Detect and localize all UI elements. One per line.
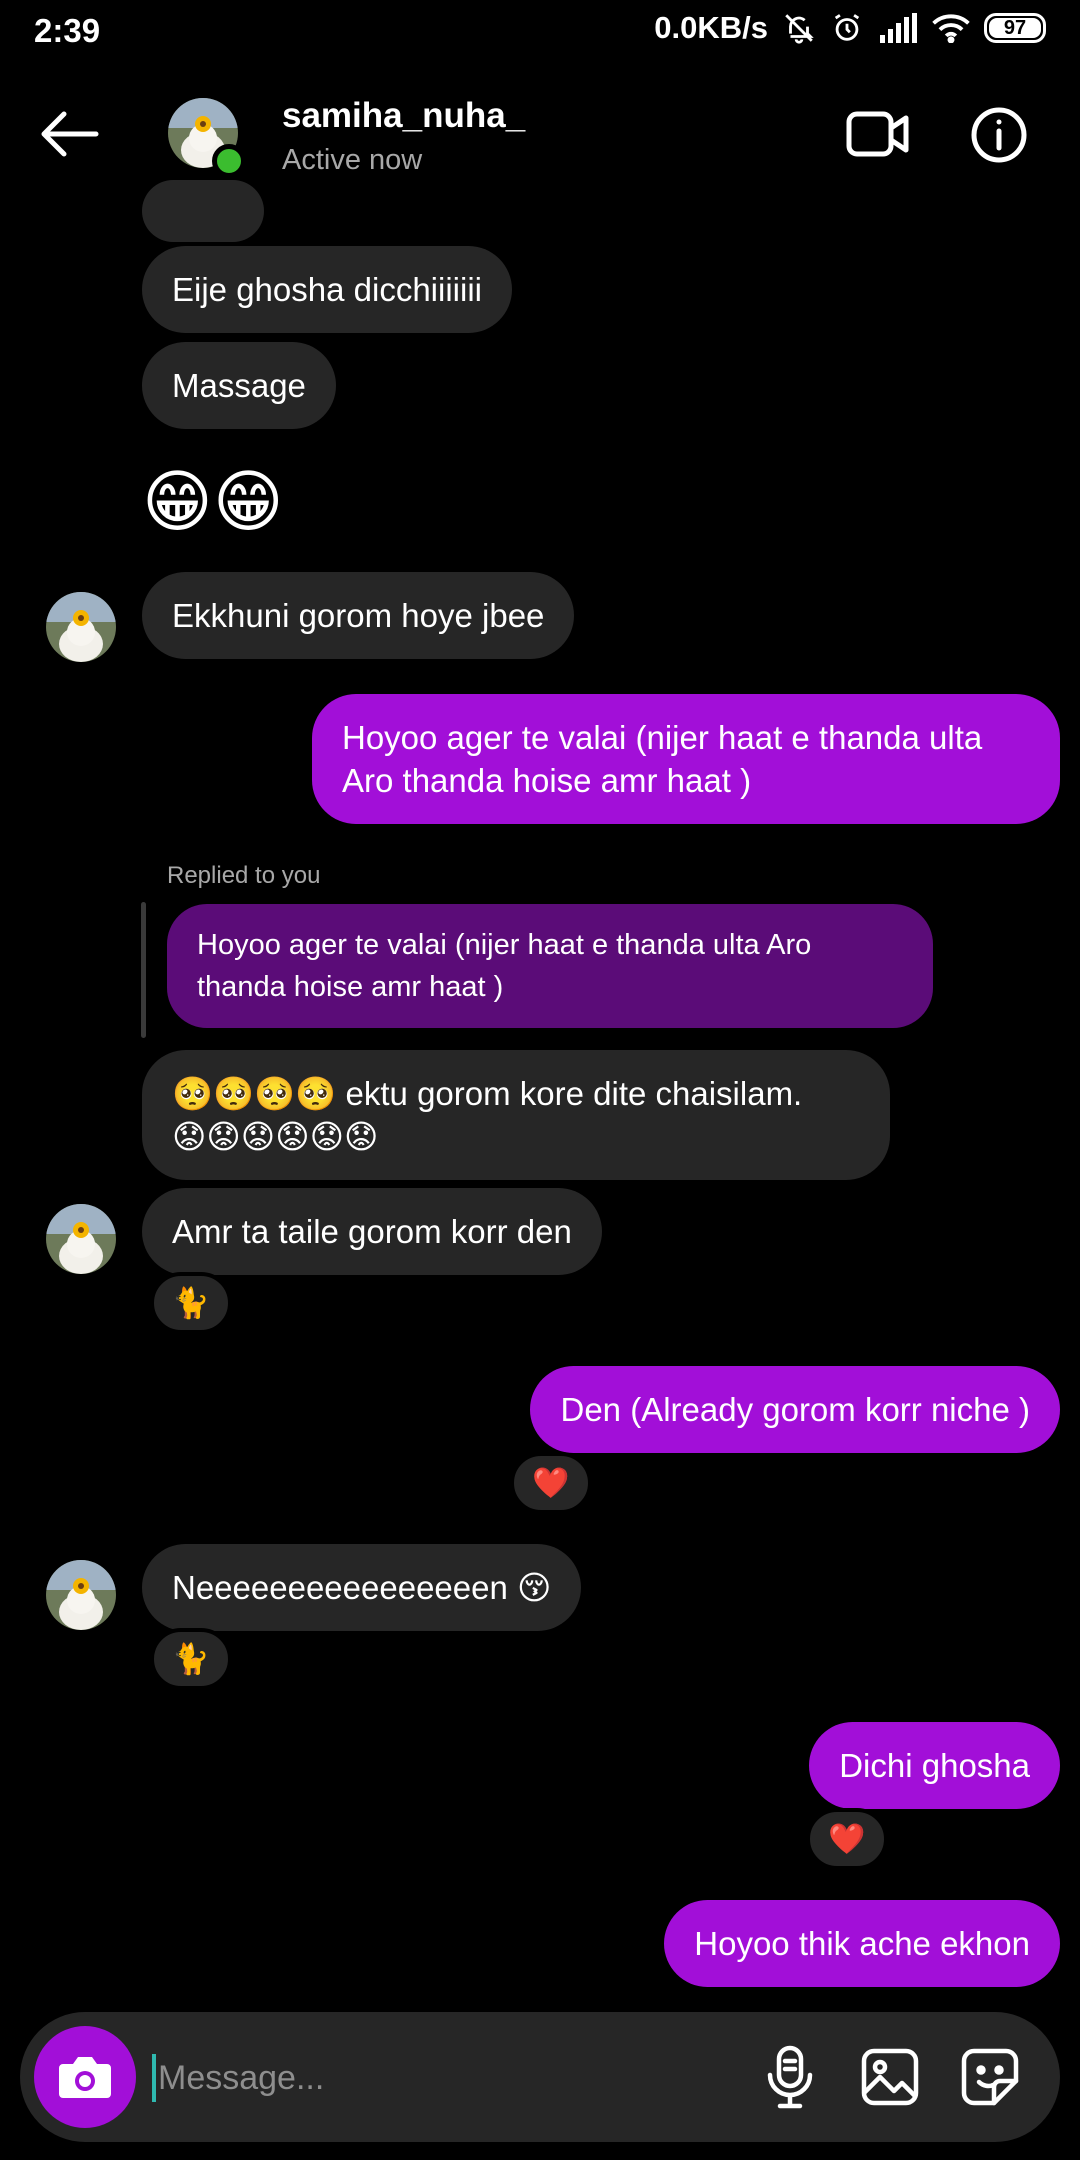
alarm-icon bbox=[830, 11, 864, 45]
mute-icon bbox=[782, 11, 816, 45]
text-cursor bbox=[152, 2054, 156, 2102]
quote-line: Hoyoo ager te valai (nijer haat e thanda… bbox=[197, 929, 812, 961]
quoted-message[interactable]: Hoyoo ager te valai (nijer haat e thanda… bbox=[167, 904, 933, 1028]
message-input[interactable] bbox=[158, 2048, 718, 2108]
info-icon bbox=[971, 107, 1027, 163]
image-icon bbox=[861, 2048, 919, 2106]
video-camera-icon bbox=[846, 111, 909, 157]
contact-status: Active now bbox=[282, 144, 423, 176]
sender-avatar[interactable] bbox=[46, 1560, 116, 1630]
status-icons: 0.0KB/s 97 bbox=[654, 10, 1046, 46]
signal-icon bbox=[878, 13, 918, 43]
voice-message-button[interactable] bbox=[755, 2042, 825, 2112]
contact-name[interactable]: samiha_nuha_ bbox=[282, 96, 525, 136]
info-button[interactable] bbox=[970, 106, 1028, 164]
emoji-message[interactable]: 😁😁 bbox=[142, 462, 284, 542]
reaction-badge[interactable]: ❤️ bbox=[806, 1808, 888, 1870]
status-bar: 2:39 0.0KB/s 97 bbox=[0, 0, 1080, 62]
message-line: 🥺🥺🥺🥺 ektu gorom kore dite chaisilam. bbox=[172, 1075, 803, 1112]
message-composer bbox=[20, 2012, 1060, 2142]
arrow-left-icon bbox=[41, 111, 99, 157]
message-line: Hoyoo ager te valai (nijer haat e thanda… bbox=[342, 719, 983, 756]
message-bubble-sent[interactable]: Hoyoo thik ache ekhon bbox=[664, 1900, 1060, 1987]
reaction-badge[interactable]: 🐈 bbox=[150, 1272, 232, 1334]
online-indicator bbox=[212, 144, 246, 178]
message-bubble-sent[interactable]: Hoyoo ager te valai (nijer haat e thanda… bbox=[312, 694, 1060, 824]
camera-button[interactable] bbox=[34, 2026, 136, 2128]
battery-level: 97 bbox=[1003, 16, 1027, 39]
message-bubble-received[interactable]: Massage bbox=[142, 342, 336, 429]
status-time: 2:39 bbox=[34, 12, 101, 49]
sender-avatar[interactable] bbox=[46, 1204, 116, 1274]
wifi-icon bbox=[932, 13, 970, 43]
message-bubble-received[interactable]: 🥺🥺🥺🥺 ektu gorom kore dite chaisilam. 😟😟😟… bbox=[142, 1050, 890, 1180]
sticker-icon bbox=[961, 2048, 1019, 2106]
reply-indicator-line bbox=[141, 902, 146, 1038]
quote-line: thanda hoise amr haat ) bbox=[197, 971, 504, 1003]
message-bubble-received[interactable]: Eije ghosha dicchiiiiiii bbox=[142, 246, 512, 333]
reply-label: Replied to you bbox=[167, 862, 321, 889]
message-line: Aro thanda hoise amr haat ) bbox=[342, 762, 752, 799]
sticker-button[interactable] bbox=[955, 2042, 1025, 2112]
battery-icon: 97 bbox=[984, 13, 1046, 43]
back-button[interactable] bbox=[38, 108, 102, 160]
message-bubble-partial[interactable] bbox=[142, 180, 264, 242]
message-bubble-received[interactable]: Amr ta taile gorom korr den bbox=[142, 1188, 602, 1275]
gallery-button[interactable] bbox=[855, 2042, 925, 2112]
sender-avatar[interactable] bbox=[46, 592, 116, 662]
video-call-button[interactable] bbox=[846, 108, 910, 160]
camera-icon bbox=[59, 2057, 111, 2098]
message-bubble-received[interactable]: Ekkhuni gorom hoye jbee bbox=[142, 572, 575, 659]
reaction-badge[interactable]: 🐈 bbox=[150, 1628, 232, 1690]
message-bubble-received[interactable]: Neeeeeeeeeeeeeeeen 😚 bbox=[142, 1544, 582, 1631]
microphone-icon bbox=[767, 2045, 813, 2109]
message-line: 😟😟😟😟😟😟 bbox=[172, 1118, 379, 1155]
message-bubble-sent[interactable]: Dichi ghosha bbox=[809, 1722, 1060, 1809]
message-bubble-sent[interactable]: Den (Already gorom korr niche ) bbox=[530, 1366, 1060, 1453]
network-speed: 0.0KB/s bbox=[654, 10, 768, 45]
reaction-badge[interactable]: ❤️ bbox=[510, 1452, 592, 1514]
